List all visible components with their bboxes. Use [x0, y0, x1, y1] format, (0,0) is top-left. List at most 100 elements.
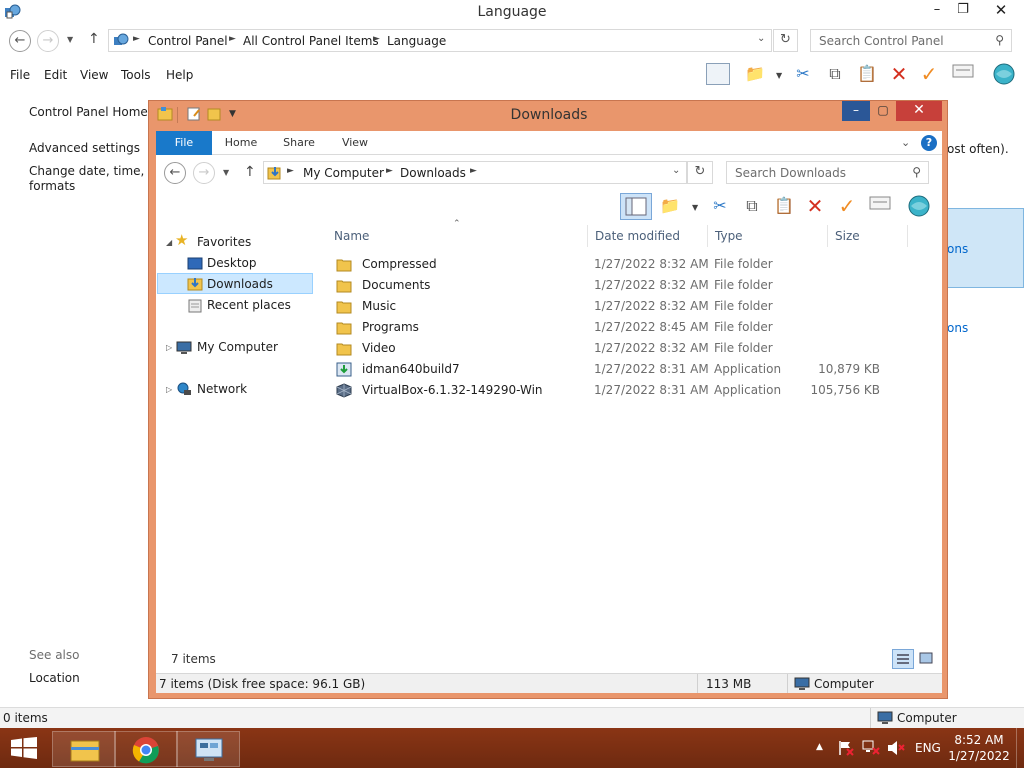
- menu-file[interactable]: File: [10, 68, 30, 82]
- checkmark-icon[interactable]: ✓: [918, 63, 940, 85]
- table-row[interactable]: Video 1/27/2022 8:32 AM File folder: [332, 338, 922, 359]
- globe-icon[interactable]: [992, 62, 1015, 85]
- search-icon[interactable]: ⚲: [912, 165, 921, 179]
- network-status-icon[interactable]: [862, 740, 880, 756]
- refresh-button[interactable]: ↻: [687, 161, 713, 184]
- properties-icon[interactable]: [869, 195, 891, 217]
- checkmark-icon[interactable]: ✓: [836, 195, 858, 217]
- refresh-button[interactable]: ↻: [773, 29, 798, 52]
- address-dropdown-chevron-icon[interactable]: ⌄: [672, 165, 680, 176]
- clock-time[interactable]: 8:52 AM: [946, 733, 1012, 747]
- change-date-link-continued[interactable]: formats: [29, 179, 75, 193]
- properties-icon[interactable]: [952, 63, 974, 85]
- forward-button[interactable]: →: [193, 162, 215, 184]
- menu-edit[interactable]: Edit: [44, 68, 67, 82]
- action-center-icon[interactable]: [838, 740, 854, 756]
- table-row[interactable]: idman640build7 1/27/2022 8:31 AM Applica…: [332, 359, 922, 380]
- clock-date[interactable]: 1/27/2022: [946, 749, 1012, 763]
- table-row[interactable]: Programs 1/27/2022 8:45 AM File folder: [332, 317, 922, 338]
- expand-favorites-icon[interactable]: ◢: [166, 238, 172, 247]
- downloads-titlebar[interactable]: ▼ Downloads – ▢ ✕: [149, 101, 947, 131]
- nav-favorites[interactable]: Favorites: [197, 235, 251, 249]
- search-icon[interactable]: ⚲: [995, 33, 1004, 47]
- control-panel-titlebar[interactable]: Language – ❐ ✕: [0, 0, 1024, 25]
- expand-network-icon[interactable]: ▷: [166, 385, 172, 394]
- volume-muted-icon[interactable]: [887, 740, 905, 756]
- up-arrow-icon[interactable]: ↑: [88, 31, 100, 47]
- taskbar-control-panel[interactable]: [176, 731, 240, 767]
- help-icon[interactable]: ?: [921, 135, 937, 151]
- minimize-button[interactable]: –: [924, 0, 950, 20]
- column-divider[interactable]: [907, 225, 908, 247]
- breadcrumb-control-panel[interactable]: Control Panel: [148, 34, 228, 48]
- back-button[interactable]: ←: [164, 162, 186, 184]
- language-options-link[interactable]: ons: [947, 321, 968, 335]
- nav-recent-places[interactable]: Recent places: [207, 298, 291, 312]
- address-bar[interactable]: ► My Computer ► Downloads ► ⌄: [263, 161, 687, 184]
- menu-help[interactable]: Help: [166, 68, 193, 82]
- location-link[interactable]: Location: [29, 671, 80, 685]
- recent-pages-chevron-icon[interactable]: ▼: [67, 35, 73, 44]
- restore-button[interactable]: ❐: [950, 0, 976, 20]
- ribbon-expand-chevron-icon[interactable]: ⌄: [901, 136, 910, 149]
- show-hidden-icons-chevron-icon[interactable]: ▲: [816, 742, 823, 752]
- options-chevron-icon[interactable]: ▼: [692, 203, 698, 212]
- breadcrumb-my-computer[interactable]: My Computer: [303, 166, 384, 180]
- tab-view[interactable]: View: [330, 131, 380, 155]
- taskbar-chrome[interactable]: [114, 731, 178, 767]
- details-view-icon[interactable]: [892, 649, 914, 669]
- large-icons-view-icon[interactable]: [916, 649, 938, 669]
- preview-pane-icon[interactable]: [620, 193, 652, 220]
- folder-options-icon[interactable]: 📁: [659, 195, 681, 217]
- cut-icon[interactable]: ✂: [792, 63, 814, 85]
- expand-computer-icon[interactable]: ▷: [166, 343, 172, 352]
- column-divider[interactable]: [827, 225, 828, 247]
- nav-network[interactable]: Network: [197, 382, 247, 396]
- breadcrumb-language[interactable]: Language: [387, 34, 446, 48]
- copy-icon[interactable]: ⧉: [824, 63, 846, 85]
- breadcrumb-all-items[interactable]: All Control Panel Items: [243, 34, 379, 48]
- advanced-settings-link[interactable]: Advanced settings: [29, 141, 140, 155]
- column-size[interactable]: Size: [835, 229, 860, 243]
- show-desktop-button[interactable]: [1016, 728, 1024, 768]
- control-panel-home-link[interactable]: Control Panel Home: [29, 105, 148, 119]
- back-button[interactable]: ←: [9, 30, 31, 52]
- paste-icon[interactable]: 📋: [773, 195, 795, 217]
- column-name[interactable]: Name: [334, 229, 369, 243]
- menu-tools[interactable]: Tools: [121, 68, 151, 82]
- paste-icon[interactable]: 📋: [856, 63, 878, 85]
- options-chevron-icon[interactable]: ▼: [776, 71, 782, 80]
- column-type[interactable]: Type: [715, 229, 743, 243]
- close-button[interactable]: ✕: [896, 101, 942, 121]
- nav-downloads[interactable]: Downloads: [207, 277, 273, 291]
- up-arrow-icon[interactable]: ↑: [244, 164, 256, 180]
- nav-desktop[interactable]: Desktop: [207, 256, 257, 270]
- maximize-button[interactable]: ▢: [870, 101, 896, 121]
- minimize-button[interactable]: –: [842, 101, 870, 121]
- breadcrumb-downloads[interactable]: Downloads: [400, 166, 466, 180]
- table-row[interactable]: VirtualBox-6.1.32-149290-Win 1/27/2022 8…: [332, 380, 922, 401]
- folder-options-icon[interactable]: 📁: [744, 63, 766, 85]
- taskbar-file-explorer[interactable]: [52, 731, 116, 767]
- delete-icon[interactable]: ✕: [888, 63, 910, 85]
- table-row[interactable]: Documents 1/27/2022 8:32 AM File folder: [332, 275, 922, 296]
- close-button[interactable]: ✕: [978, 0, 1024, 20]
- delete-icon[interactable]: ✕: [804, 195, 826, 217]
- layout-pane-icon[interactable]: [706, 63, 730, 85]
- table-row[interactable]: Compressed 1/27/2022 8:32 AM File folder: [332, 254, 922, 275]
- forward-button[interactable]: →: [37, 30, 59, 52]
- downloads-search-input[interactable]: Search Downloads ⚲: [726, 161, 929, 184]
- address-dropdown-chevron-icon[interactable]: ⌄: [757, 33, 765, 44]
- address-bar[interactable]: ► Control Panel ► All Control Panel Item…: [108, 29, 772, 52]
- control-panel-search-input[interactable]: Search Control Panel ⚲: [810, 29, 1012, 52]
- language-indicator[interactable]: ENG: [915, 741, 941, 755]
- cut-icon[interactable]: ✂: [709, 195, 731, 217]
- tab-file[interactable]: File: [156, 131, 212, 155]
- table-row[interactable]: Music 1/27/2022 8:32 AM File folder: [332, 296, 922, 317]
- copy-icon[interactable]: ⧉: [741, 195, 763, 217]
- language-options-link[interactable]: ons: [947, 242, 968, 256]
- column-divider[interactable]: [587, 225, 588, 247]
- start-button[interactable]: [0, 728, 48, 768]
- column-date-modified[interactable]: Date modified: [595, 229, 680, 243]
- tab-share[interactable]: Share: [274, 131, 324, 155]
